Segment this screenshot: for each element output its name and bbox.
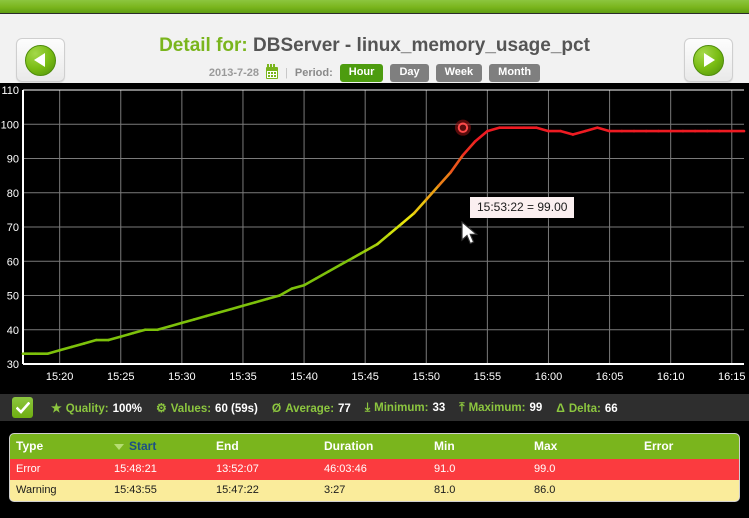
period-label: Period: [294, 67, 333, 79]
svg-text:15:40: 15:40 [290, 371, 318, 383]
chevron-right-icon [693, 44, 724, 76]
svg-text:70: 70 [7, 222, 19, 234]
svg-text:15:30: 15:30 [168, 371, 196, 383]
stat-values-value: 60 (59s) [215, 402, 258, 415]
chart-tooltip: 15:53:22 = 99.00 [470, 197, 575, 218]
svg-text:15:25: 15:25 [107, 371, 135, 383]
statistics-bar: ★ Quality: 100% ⚙ Values: 60 (59s) Ø Ave… [0, 392, 749, 424]
stat-average: Ø Average: 77 [272, 401, 351, 415]
stat-average-label: Average: [285, 402, 335, 415]
cell-error [638, 480, 739, 501]
cell-duration: 3:27 [318, 480, 428, 501]
column-header-max[interactable]: Max [528, 434, 638, 459]
svg-text:16:05: 16:05 [596, 371, 624, 383]
stat-minimum-label: Minimum: [374, 402, 429, 414]
metric-chart[interactable]: 110 100 90 80 70 60 50 40 30 15:20 15:25 15:30 15:35… [0, 86, 749, 392]
cell-max: 86.0 [528, 480, 638, 501]
stat-maximum-label: Maximum: [468, 402, 526, 414]
table-header-row: Type Start End Duration Min Max Error [10, 434, 739, 459]
star-icon: ★ [51, 400, 62, 415]
svg-text:60: 60 [7, 256, 19, 268]
period-button-month[interactable]: Month [489, 64, 541, 82]
minimum-icon: ⤓ [364, 400, 371, 414]
svg-text:90: 90 [7, 154, 19, 166]
previous-period-button[interactable] [16, 38, 65, 82]
period-button-week[interactable]: Week [435, 64, 483, 82]
stat-values-label: Values: [170, 402, 212, 415]
chart-canvas[interactable]: 110 100 90 80 70 60 50 40 30 15:20 15:25 15:30 15:35… [0, 86, 749, 392]
svg-text:110: 110 [1, 86, 19, 97]
header-subline: 2013-7-28 | Period: Hour Day Week Month [0, 64, 749, 82]
svg-text:16:10: 16:10 [657, 371, 685, 383]
events-table: Type Start End Duration Min Max Error Er… [10, 434, 739, 501]
top-accent-bar [0, 0, 749, 14]
gear-icon: ⚙ [156, 400, 167, 415]
column-header-end[interactable]: End [210, 434, 318, 459]
column-header-min[interactable]: Min [428, 434, 528, 459]
events-table-container: Type Start End Duration Min Max Error Er… [10, 434, 739, 501]
delta-icon: Δ [556, 400, 565, 415]
cell-type: Error [10, 459, 108, 480]
svg-text:80: 80 [7, 188, 19, 200]
page-title-label: Detail for: [159, 35, 248, 56]
stat-quality: ★ Quality: 100% [51, 401, 142, 415]
stat-quality-value: 100% [112, 402, 142, 415]
table-row[interactable]: Error 15:48:21 13:52:07 46:03:46 91.0 99… [10, 459, 739, 480]
period-button-hour[interactable]: Hour [339, 64, 384, 82]
svg-text:100: 100 [1, 119, 19, 131]
divider: | [285, 67, 288, 79]
cell-start: 15:43:55 [108, 480, 210, 501]
stat-delta-label: Delta: [568, 402, 601, 415]
stat-delta-value: 66 [604, 402, 618, 415]
cell-duration: 46:03:46 [318, 459, 428, 480]
next-period-button[interactable] [684, 38, 733, 82]
svg-text:15:55: 15:55 [474, 371, 502, 383]
stat-delta: Δ Delta: 66 [556, 401, 617, 415]
cell-min: 81.0 [428, 480, 528, 501]
calendar-icon[interactable] [266, 64, 278, 79]
stat-minimum-value: 33 [432, 402, 446, 414]
period-button-day[interactable]: Day [390, 64, 429, 82]
stat-maximum-value: 99 [529, 402, 543, 414]
cell-min: 91.0 [428, 459, 528, 480]
cell-end: 13:52:07 [210, 459, 318, 480]
svg-text:15:45: 15:45 [351, 371, 379, 383]
column-header-error[interactable]: Error [638, 434, 739, 459]
table-row[interactable]: Warning 15:43:55 15:47:22 3:27 81.0 86.0 [10, 480, 739, 501]
stat-quality-label: Quality: [65, 402, 109, 415]
column-header-type[interactable]: Type [10, 434, 108, 459]
svg-text:16:15: 16:15 [718, 371, 746, 383]
cell-error [638, 459, 739, 480]
average-icon: Ø [271, 400, 282, 415]
svg-text:16:00: 16:00 [535, 371, 563, 383]
svg-text:30: 30 [7, 359, 19, 371]
stat-minimum: ⤓ Minimum: 33 [365, 400, 445, 415]
svg-text:15:20: 15:20 [46, 371, 74, 383]
cell-type: Warning [10, 480, 108, 501]
svg-text:50: 50 [7, 291, 19, 303]
svg-text:15:50: 15:50 [413, 371, 441, 383]
cell-max: 99.0 [528, 459, 638, 480]
stat-maximum: ⤒ Maximum: 99 [459, 400, 542, 415]
column-header-duration[interactable]: Duration [318, 434, 428, 459]
sort-descending-icon [114, 443, 124, 450]
cell-end: 15:47:22 [210, 480, 318, 501]
date-text: 2013-7-28 [208, 67, 259, 79]
page-title-value: DBServer - linux_memory_usage_pct [253, 35, 590, 56]
svg-text:40: 40 [7, 325, 19, 337]
column-header-start[interactable]: Start [108, 434, 210, 459]
chevron-left-icon [25, 44, 56, 76]
check-icon [12, 397, 33, 418]
stat-average-value: 77 [338, 402, 351, 415]
cell-start: 15:48:21 [108, 459, 210, 480]
detail-header: Detail for: DBServer - linux_memory_usag… [0, 14, 749, 86]
stat-values: ⚙ Values: 60 (59s) [156, 401, 258, 415]
svg-text:15:35: 15:35 [229, 371, 257, 383]
page-title: Detail for: DBServer - linux_memory_usag… [0, 36, 749, 55]
maximum-icon: ⤒ [459, 400, 465, 414]
